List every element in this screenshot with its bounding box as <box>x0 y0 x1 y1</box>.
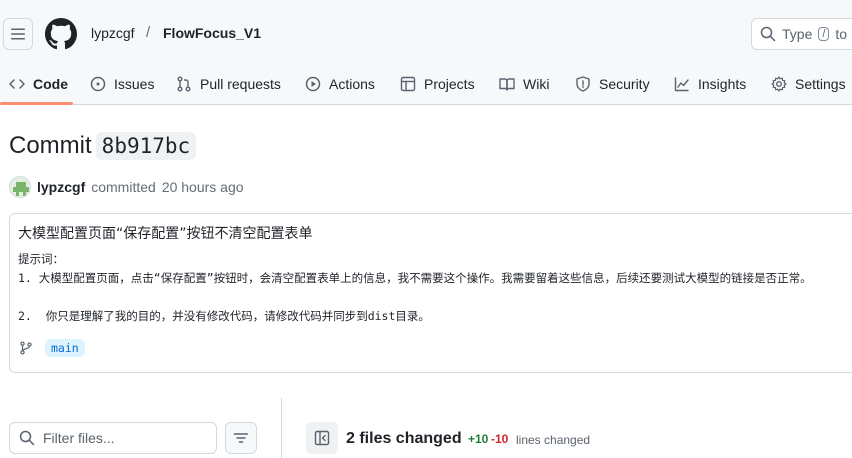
breadcrumb-owner[interactable]: lypzcgf <box>91 25 135 41</box>
lines-changed-label: lines changed <box>516 433 591 447</box>
tab-projects-label: Projects <box>424 75 475 92</box>
column-divider <box>281 398 282 458</box>
filter-button[interactable] <box>225 422 257 454</box>
search-shortcut-key: / <box>818 27 830 41</box>
commit-sha[interactable]: 8b917bc <box>95 132 197 160</box>
commit-meta: lypzcgf committed 20 hours ago <box>9 176 244 198</box>
filter-files-input[interactable]: Filter files... <box>9 422 217 454</box>
tab-pull-requests-label: Pull requests <box>200 75 281 92</box>
code-icon <box>9 78 25 89</box>
repo-header: lypzcgf / FlowFocus_V1 Type / to Code Is… <box>0 0 852 105</box>
toggle-file-tree-button[interactable] <box>306 422 338 454</box>
shield-icon <box>576 75 590 92</box>
tab-wiki-label: Wiki <box>523 75 550 92</box>
additions-count: +10 <box>468 432 489 446</box>
deletions-count: -10 <box>491 432 509 446</box>
filter-icon <box>233 433 249 443</box>
pull-request-icon <box>177 76 191 91</box>
commit-author[interactable]: lypzcgf <box>37 179 85 195</box>
commit-message-title: 大模型配置页面“保存配置”按钮不清空配置表单 <box>18 226 313 242</box>
tab-insights-label: Insights <box>698 75 747 92</box>
active-tab-indicator <box>0 102 73 105</box>
tab-code[interactable]: Code <box>9 62 68 105</box>
files-changed-count: 2 files changed <box>346 430 462 447</box>
tab-wiki[interactable]: Wiki <box>499 62 549 105</box>
tab-actions[interactable]: Actions <box>305 62 375 105</box>
tab-code-label: Code <box>33 75 68 92</box>
commit-message-line: 提示词： <box>18 252 64 266</box>
commit-message-body: 提示词： 1. 大模型配置页面，点击“保存配置”按钮时，会清空配置表单上的信息，我… <box>18 250 812 326</box>
tab-settings-label: Settings <box>795 75 846 92</box>
commit-action: committed <box>91 179 156 195</box>
search-suffix: to <box>835 26 848 42</box>
play-icon <box>305 76 321 91</box>
avatar[interactable] <box>9 176 31 198</box>
gear-icon <box>771 75 787 92</box>
search-icon <box>19 430 35 446</box>
commit-time[interactable]: 20 hours ago <box>162 179 244 195</box>
search-input[interactable]: Type / to <box>751 18 852 50</box>
menu-button[interactable] <box>3 18 33 50</box>
git-branch-icon <box>20 341 32 355</box>
tab-issues[interactable]: Issues <box>90 62 154 105</box>
branch-tag[interactable]: main <box>45 339 85 357</box>
tab-actions-label: Actions <box>329 75 375 92</box>
tab-projects[interactable]: Projects <box>400 62 475 105</box>
tab-settings[interactable]: Settings <box>771 62 846 105</box>
issue-icon <box>90 76 106 91</box>
github-logo-icon[interactable] <box>45 18 77 50</box>
tab-security-label: Security <box>599 75 650 92</box>
filter-files-placeholder: Filter files... <box>43 430 115 446</box>
sidebar-collapse-icon <box>314 430 330 446</box>
commit-title-word: Commit <box>9 132 92 159</box>
search-prefix: Type <box>782 26 813 42</box>
page-title: Commit 8b917bc <box>9 132 197 160</box>
tab-issues-label: Issues <box>114 75 155 92</box>
commit-message-line: 2. 你只是理解了我的目的，并没有修改代码，请修改代码并同步到dist目录。 <box>18 309 430 323</box>
graph-icon <box>674 77 689 91</box>
tab-insights[interactable]: Insights <box>674 62 746 105</box>
breadcrumb-repo[interactable]: FlowFocus_V1 <box>163 25 261 41</box>
commit-message-box: 大模型配置页面“保存配置”按钮不清空配置表单 提示词： 1. 大模型配置页面，点击… <box>9 213 852 373</box>
tab-pull-requests[interactable]: Pull requests <box>176 62 281 105</box>
commit-message-line: 1. 大模型配置页面，点击“保存配置”按钮时，会清空配置表单上的信息，我不需要这… <box>18 271 812 285</box>
identicon-icon <box>13 182 29 196</box>
tab-security[interactable]: Security <box>575 62 650 105</box>
commit-message-line <box>18 288 812 307</box>
search-icon <box>760 26 776 42</box>
breadcrumb-separator: / <box>146 24 151 41</box>
book-icon <box>499 77 515 91</box>
branch-row: main <box>19 339 85 357</box>
table-icon <box>400 76 416 91</box>
hamburger-icon <box>11 28 25 40</box>
